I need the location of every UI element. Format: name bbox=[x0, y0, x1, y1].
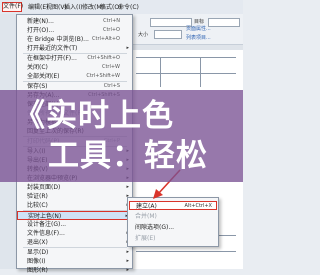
menubar-item-commands[interactable]: 命令(C) bbox=[118, 2, 139, 11]
menu-item-shortcut: Ctrl+Shift+O bbox=[87, 55, 120, 61]
submenu-item-shortcut: Alt+Ctrl+X bbox=[184, 203, 212, 209]
toolbar-field[interactable] bbox=[154, 30, 182, 39]
ruler-horizontal bbox=[130, 45, 243, 50]
submenu-arrow-icon: ▸ bbox=[126, 249, 129, 255]
submenu-item-label: 合并(M) bbox=[135, 213, 157, 220]
live-paint-submenu: 建立(A) Alt+Ctrl+X 合并(M) 间隙选项(G)... 扩展(E) bbox=[127, 197, 219, 247]
menu-item-label: 退出(X) bbox=[27, 239, 48, 246]
submenu-arrow-icon: ▸ bbox=[126, 184, 129, 190]
menu-item-label: 新建(N)... bbox=[27, 18, 54, 25]
list-items-link[interactable]: 列表项目... bbox=[186, 34, 211, 41]
menu-item-label: 在框架中打开(F)... bbox=[27, 55, 77, 62]
menu-item[interactable]: 全部关闭(E) Ctrl+Shift+W bbox=[17, 72, 132, 81]
menu-item[interactable]: 比较(C)▸ bbox=[17, 201, 132, 210]
toolbar-label-size: 大小 bbox=[138, 32, 149, 38]
submenu-arrow-icon: ▸ bbox=[126, 45, 129, 51]
canvas-line bbox=[136, 57, 236, 58]
menubar-item-insert[interactable]: 插入(I) bbox=[64, 2, 82, 11]
menu-item-shortcut: Ctrl+O bbox=[102, 27, 120, 33]
menu-item-label: 打开(O)... bbox=[27, 27, 55, 34]
menu-item-shortcut: Ctrl+Shift+W bbox=[86, 73, 120, 79]
menu-item[interactable]: 封装页面(D) ▸ bbox=[17, 183, 132, 192]
menubar-item-file[interactable]: 文件(F) bbox=[2, 2, 23, 12]
menu-item-shortcut: Ctrl+Alt+O bbox=[92, 36, 120, 42]
canvas-line bbox=[136, 251, 236, 252]
menu-item-label: 比较(C) bbox=[27, 202, 48, 209]
submenu-item-label: 扩展(E) bbox=[135, 235, 156, 242]
menu-item-label: 全部关闭(E) bbox=[27, 73, 60, 80]
menu-item[interactable]: 打开(O)... Ctrl+O bbox=[17, 26, 132, 35]
menu-item-shortcut: Ctrl+W bbox=[101, 64, 120, 70]
canvas-line bbox=[200, 57, 201, 87]
toolbar-field[interactable] bbox=[208, 18, 240, 27]
menu-item[interactable]: 退出(X)▸ bbox=[17, 238, 132, 247]
properties-toolbar: 目标 大小 页面属性... 列表项目... bbox=[130, 14, 243, 45]
title-banner: 《实时上色 工具：轻松 bbox=[0, 90, 243, 182]
submenu-item-label: 间隙选项(G)... bbox=[135, 224, 175, 231]
menu-item-label: 关闭(C) bbox=[27, 64, 48, 71]
menu-item[interactable]: 图像(I) ▸ bbox=[17, 257, 132, 266]
menu-item[interactable]: 在框架中打开(F)... Ctrl+Shift+O bbox=[17, 54, 132, 63]
menu-item[interactable]: 打开最近的文件(T) ▸ bbox=[17, 44, 132, 53]
menu-item-label: 图形(R) bbox=[27, 267, 48, 274]
submenu-arrow-icon: ▸ bbox=[126, 267, 129, 273]
menu-item[interactable]: 关闭(C) Ctrl+W bbox=[17, 63, 132, 72]
menu-item[interactable]: 新建(N)... Ctrl+N bbox=[17, 17, 132, 26]
menu-item-label: 封装页面(D) bbox=[27, 184, 61, 191]
menu-item[interactable]: 在 Bridge 中浏览(B)... Ctrl+Alt+O bbox=[17, 35, 132, 44]
menu-item-label: 验证(R) bbox=[27, 193, 48, 200]
submenu-arrow-icon: ▸ bbox=[126, 258, 129, 264]
menu-item[interactable]: 显示(D) ▸ bbox=[17, 248, 132, 257]
menu-item-label: 文件信息(F)... bbox=[27, 230, 65, 237]
menu-item-label: 显示(D) bbox=[27, 249, 49, 256]
submenu-item[interactable]: 间隙选项(G)... bbox=[129, 223, 217, 232]
submenu-item-label: 建立(A) bbox=[136, 203, 157, 210]
menu-item[interactable]: 实时上色(N)▸ bbox=[17, 211, 132, 220]
toolbar-label-target: 目标 bbox=[194, 19, 205, 25]
banner-title-line-2: 工具：轻松 bbox=[48, 138, 208, 174]
menu-item-label: 打开最近的文件(T) bbox=[27, 45, 78, 52]
menu-item[interactable]: 图形(R) ▸ bbox=[17, 266, 132, 275]
menu-item[interactable]: 文件信息(F)...▸ bbox=[17, 229, 132, 238]
submenu-item[interactable]: 扩展(E) bbox=[129, 234, 217, 243]
menu-item-label: 图像(I) bbox=[27, 258, 46, 265]
submenu-item[interactable]: 建立(A) Alt+Ctrl+X bbox=[129, 201, 217, 210]
menu-item[interactable]: 验证(R) ▸ bbox=[17, 192, 132, 201]
menu-item-shortcut: Ctrl+N bbox=[103, 18, 120, 24]
canvas-line bbox=[160, 57, 161, 87]
menu-item-label: 在 Bridge 中浏览(B)... bbox=[27, 36, 89, 43]
submenu-item[interactable]: 合并(M) bbox=[129, 212, 217, 221]
menu-item-label: 设计备注(G)... bbox=[27, 221, 67, 228]
banner-title-line-1: 《实时上色 bbox=[14, 98, 174, 134]
page-properties-link[interactable]: 页面属性... bbox=[186, 25, 211, 32]
menu-item[interactable]: 设计备注(G)... bbox=[17, 220, 132, 229]
canvas-line bbox=[136, 73, 236, 74]
app-menubar: 文件(F) 编辑(E) 视图(V) 插入(I) 修改(M) 格式(O) 命令(C… bbox=[0, 0, 243, 15]
